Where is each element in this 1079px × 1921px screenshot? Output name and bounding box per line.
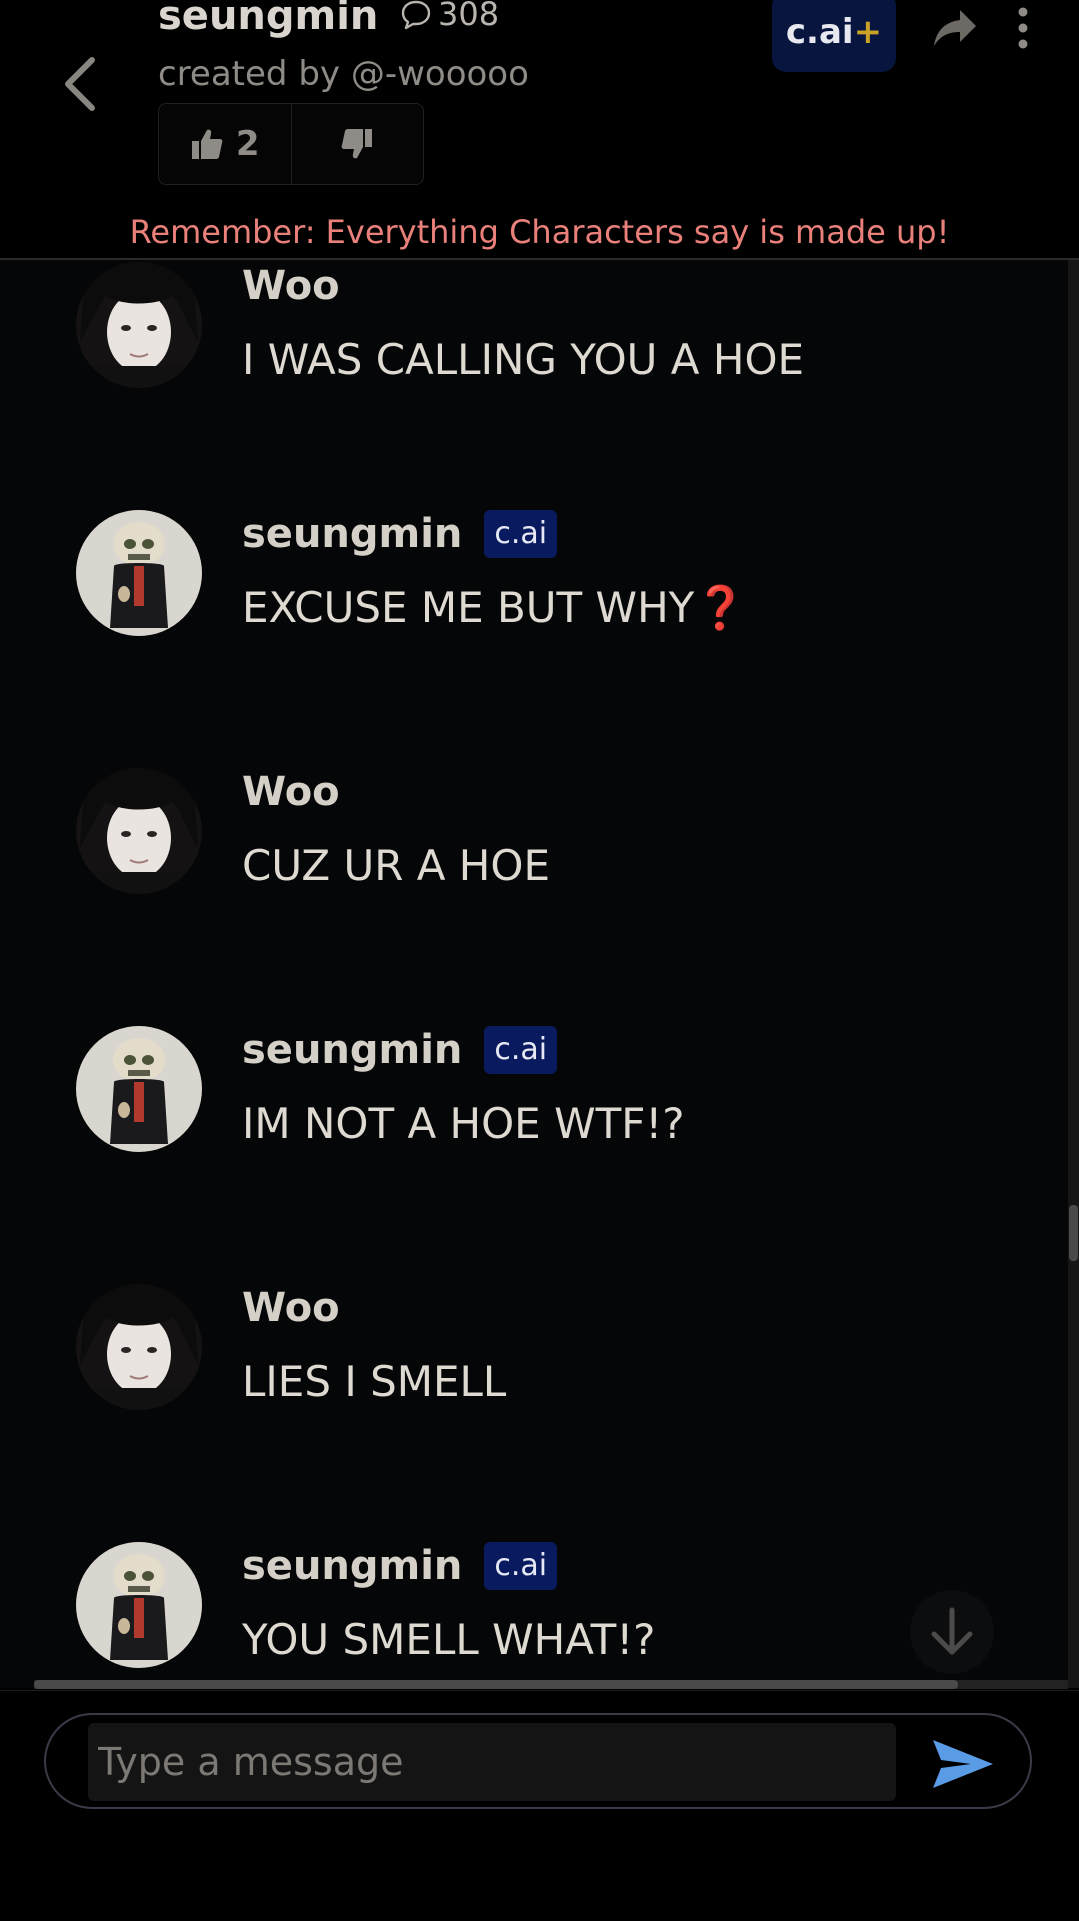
message-author: Woo (242, 764, 340, 820)
bot-avatar[interactable] (76, 510, 202, 636)
chat-count-value: 308 (438, 0, 500, 33)
creator-label[interactable]: created by @-wooooo (158, 52, 529, 96)
cai-plus-label: c.ai (785, 12, 854, 52)
user-avatar[interactable] (76, 1284, 202, 1410)
author-name: Woo (242, 769, 340, 815)
horizontal-scrollbar-thumb[interactable] (34, 1680, 958, 1689)
message-author: seungmin c.ai (242, 1022, 558, 1078)
message-author: seungmin c.ai (242, 1538, 558, 1594)
disclaimer-text: Remember: Everything Characters say is m… (129, 213, 950, 251)
chevron-left-icon (65, 57, 95, 111)
dislike-button[interactable] (290, 104, 424, 184)
bot-avatar[interactable] (76, 1026, 202, 1152)
share-arrow-icon (934, 10, 976, 46)
author-name: seungmin (242, 511, 463, 557)
plus-sign: + (853, 12, 883, 52)
message-row: Woo CUZ UR A HOE (0, 768, 1068, 968)
chat-header: seungmin 308 created by @-wooooo 2 c.ai + (0, 0, 1079, 260)
cai-badge: c.ai (484, 510, 558, 558)
message-row: seungmin c.ai EXCUSE ME BUT WHY❓ (0, 510, 1068, 710)
author-name: Woo (242, 1285, 340, 1331)
thumbs-up-icon (191, 129, 223, 159)
message-author: Woo (242, 260, 340, 314)
like-count: 2 (235, 124, 260, 164)
user-avatar[interactable] (76, 768, 202, 894)
question-mark-emoji: ❓ (694, 583, 747, 632)
cai-badge: c.ai (484, 1026, 558, 1074)
message-input[interactable] (88, 1723, 896, 1801)
message-text: I WAS CALLING YOU A HOE (242, 335, 805, 384)
message-body: EXCUSE ME BUT WHY (242, 583, 695, 632)
vertical-dots-icon (1018, 7, 1028, 49)
chat-messages[interactable]: Woo I WAS CALLING YOU A HOE seungmin c.a… (0, 260, 1068, 1688)
more-menu-button[interactable] (1008, 4, 1038, 54)
message-row: Woo I WAS CALLING YOU A HOE (0, 262, 1068, 462)
message-text: EXCUSE ME BUT WHY❓ (242, 580, 747, 636)
like-button[interactable]: 2 (159, 104, 291, 184)
message-row: Woo LIES I SMELL (0, 1284, 1068, 1484)
chat-count: 308 (400, 0, 499, 34)
speech-bubble-icon (401, 0, 431, 30)
message-text: IM NOT A HOE WTF!? (242, 1099, 685, 1148)
author-name: seungmin (242, 1543, 463, 1589)
author-name: Woo (242, 263, 340, 309)
scroll-to-bottom-button[interactable] (910, 1590, 994, 1674)
message-row: seungmin c.ai YOU SMELL WHAT!? (0, 1542, 1068, 1688)
message-author: seungmin c.ai (242, 506, 558, 562)
message-row: seungmin c.ai IM NOT A HOE WTF!? (0, 1026, 1068, 1226)
user-avatar[interactable] (76, 262, 202, 388)
author-name: seungmin (242, 1027, 463, 1073)
message-text: LIES I SMELL (242, 1357, 507, 1406)
bot-avatar[interactable] (76, 1542, 202, 1668)
vertical-scrollbar-thumb[interactable] (1069, 1205, 1078, 1261)
vote-box: 2 (158, 103, 424, 185)
arrow-down-icon (931, 1607, 973, 1655)
vertical-scrollbar[interactable] (1068, 260, 1079, 1688)
back-button[interactable] (56, 52, 104, 116)
message-text: YOU SMELL WHAT!? (242, 1615, 656, 1664)
cai-badge: c.ai (484, 1542, 558, 1590)
character-name[interactable]: seungmin (158, 0, 378, 40)
message-text: CUZ UR A HOE (242, 841, 550, 890)
thumbs-down-icon (341, 129, 373, 159)
send-icon (933, 1740, 993, 1788)
send-button[interactable] (928, 1736, 998, 1792)
message-author: Woo (242, 1280, 340, 1336)
cai-plus-button[interactable]: c.ai + (772, 0, 896, 72)
share-button[interactable] (930, 4, 980, 54)
